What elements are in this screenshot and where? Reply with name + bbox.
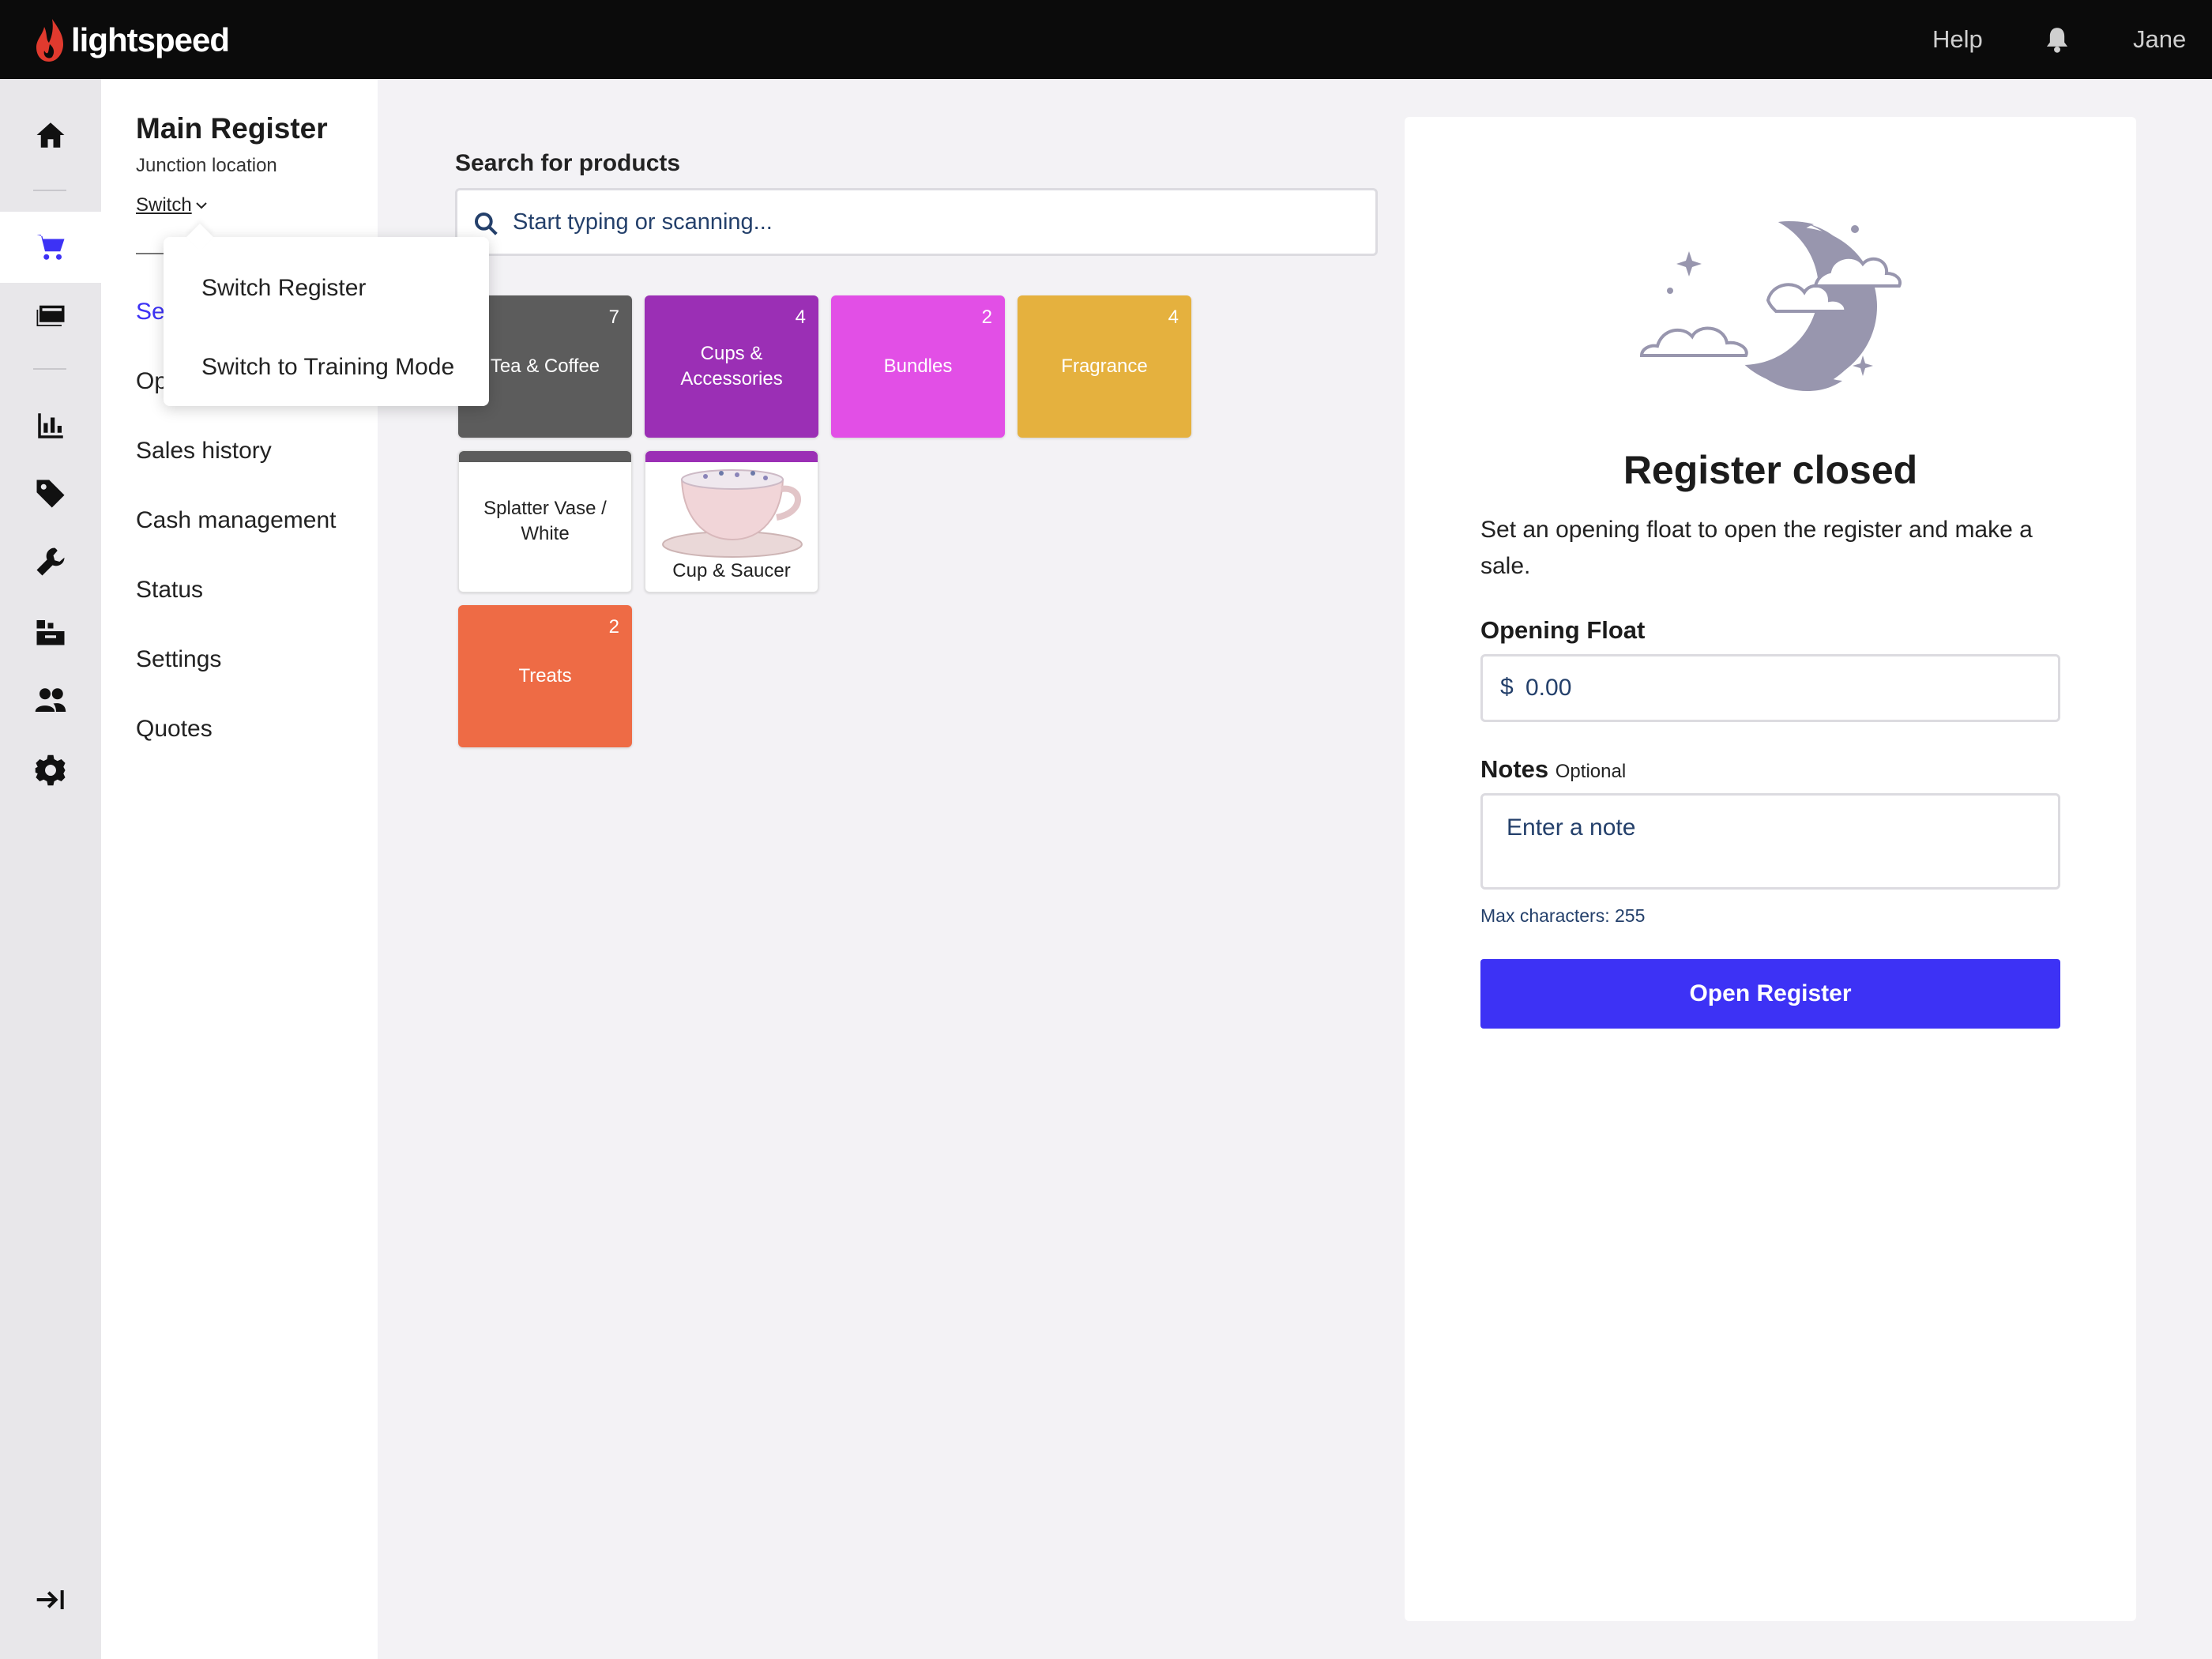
tile-fragrance[interactable]: 4 Fragrance xyxy=(1018,295,1191,438)
tile-label: Splatter Vase / White xyxy=(483,498,607,544)
flame-logo-icon xyxy=(36,19,63,62)
tile-splatter-vase[interactable]: Splatter Vase / White xyxy=(458,450,632,592)
tile-color-band xyxy=(459,451,631,462)
tile-bundles[interactable]: 2 Bundles xyxy=(831,295,1005,438)
register-name: Main Register xyxy=(136,112,328,145)
tile-treats[interactable]: 2 Treats xyxy=(458,605,632,747)
user-menu[interactable]: Jane xyxy=(2133,25,2186,54)
cup-saucer-image xyxy=(662,469,803,558)
notes-label: Notes Optional xyxy=(1480,755,1626,784)
sidebar-divider xyxy=(136,253,167,254)
tile-count: 7 xyxy=(608,307,619,328)
rail-products[interactable] xyxy=(0,458,101,529)
rail-settings[interactable] xyxy=(0,735,101,806)
switch-dropdown-menu: Switch Register Switch to Training Mode xyxy=(164,237,489,406)
notes-label-text: Notes xyxy=(1480,755,1549,783)
rail-divider xyxy=(33,368,66,370)
top-bar: lightspeed Help Jane xyxy=(0,0,2212,79)
sidebar-item-status[interactable]: Status xyxy=(136,577,203,604)
bell-icon[interactable] xyxy=(2045,27,2070,54)
rail-tools[interactable] xyxy=(0,526,101,597)
inventory-icon xyxy=(36,620,65,645)
notes-optional-hint: Optional xyxy=(1555,761,1627,782)
moon-clouds-icon xyxy=(1639,213,1902,391)
tile-label: Fragrance xyxy=(1061,356,1148,377)
switch-label: Switch xyxy=(136,194,192,216)
register-icon xyxy=(36,305,65,326)
currency-symbol: $ xyxy=(1500,674,1514,700)
search-icon xyxy=(475,213,498,235)
icon-rail xyxy=(0,79,101,1659)
rail-inventory[interactable] xyxy=(0,596,101,667)
rail-collapse[interactable] xyxy=(0,1564,101,1635)
rail-home[interactable] xyxy=(0,100,101,171)
register-location: Junction location xyxy=(136,155,277,176)
tile-label: Treats xyxy=(518,665,572,687)
rail-reports[interactable] xyxy=(0,390,101,461)
sidebar-item-quotes[interactable]: Quotes xyxy=(136,716,213,743)
search-label: Search for products xyxy=(455,150,681,176)
menu-item-switch-register[interactable]: Switch Register xyxy=(201,275,366,302)
tile-cups-accessories[interactable]: 4 Cups & Accessories xyxy=(645,295,818,438)
tile-count: 4 xyxy=(795,307,806,328)
lightspeed-logo[interactable]: lightspeed xyxy=(35,17,230,63)
tag-icon xyxy=(36,480,65,508)
tile-label: Tea & Coffee xyxy=(490,356,600,377)
home-icon xyxy=(36,122,65,148)
max-characters-hint: Max characters: 255 xyxy=(1480,905,1646,926)
brand-name: lightspeed xyxy=(71,21,230,58)
open-register-button[interactable]: Open Register xyxy=(1480,959,2060,1029)
register-closed-panel: Register closed Set an opening float to … xyxy=(1405,117,2136,1621)
notes-textarea[interactable] xyxy=(1480,793,2060,890)
cart-icon xyxy=(36,235,65,260)
tile-count: 4 xyxy=(1168,307,1179,328)
settings-gear-icon xyxy=(35,754,66,786)
rail-sell[interactable] xyxy=(0,212,101,283)
sidebar-item-settings[interactable]: Settings xyxy=(136,646,221,673)
opening-float-input[interactable] xyxy=(1525,656,2047,720)
search-box[interactable] xyxy=(455,188,1378,256)
opening-float-label: Opening Float xyxy=(1480,616,1646,644)
tile-count: 2 xyxy=(981,307,992,328)
tile-cup-saucer[interactable]: Cup & Saucer xyxy=(645,450,818,592)
switch-button[interactable]: Switch xyxy=(136,194,208,216)
search-input[interactable] xyxy=(513,190,1366,254)
rail-customers[interactable] xyxy=(0,665,101,736)
tile-label: Cup & Saucer xyxy=(672,560,791,581)
customers-icon xyxy=(35,688,66,712)
tile-label: Bundles xyxy=(883,356,953,377)
register-closed-title: Register closed xyxy=(1623,448,1918,492)
help-link[interactable]: Help xyxy=(1932,25,1983,54)
collapse-arrow-icon xyxy=(36,1590,64,1609)
sidebar-item-sales-history[interactable]: Sales history xyxy=(136,438,272,465)
reports-icon xyxy=(38,413,63,438)
chevron-down-icon xyxy=(195,202,207,209)
rail-divider xyxy=(33,190,66,191)
wrench-icon xyxy=(36,547,65,576)
sidebar-item-cash-management[interactable]: Cash management xyxy=(136,507,336,534)
rail-register[interactable] xyxy=(0,280,101,351)
opening-float-field[interactable]: $ xyxy=(1480,654,2060,722)
tile-color-band xyxy=(645,451,818,462)
register-closed-description: Set an opening float to open the registe… xyxy=(1480,517,2033,579)
tile-count: 2 xyxy=(608,616,619,638)
menu-item-training-mode[interactable]: Switch to Training Mode xyxy=(201,354,454,381)
tile-label: Cups & Accessories xyxy=(680,343,783,389)
